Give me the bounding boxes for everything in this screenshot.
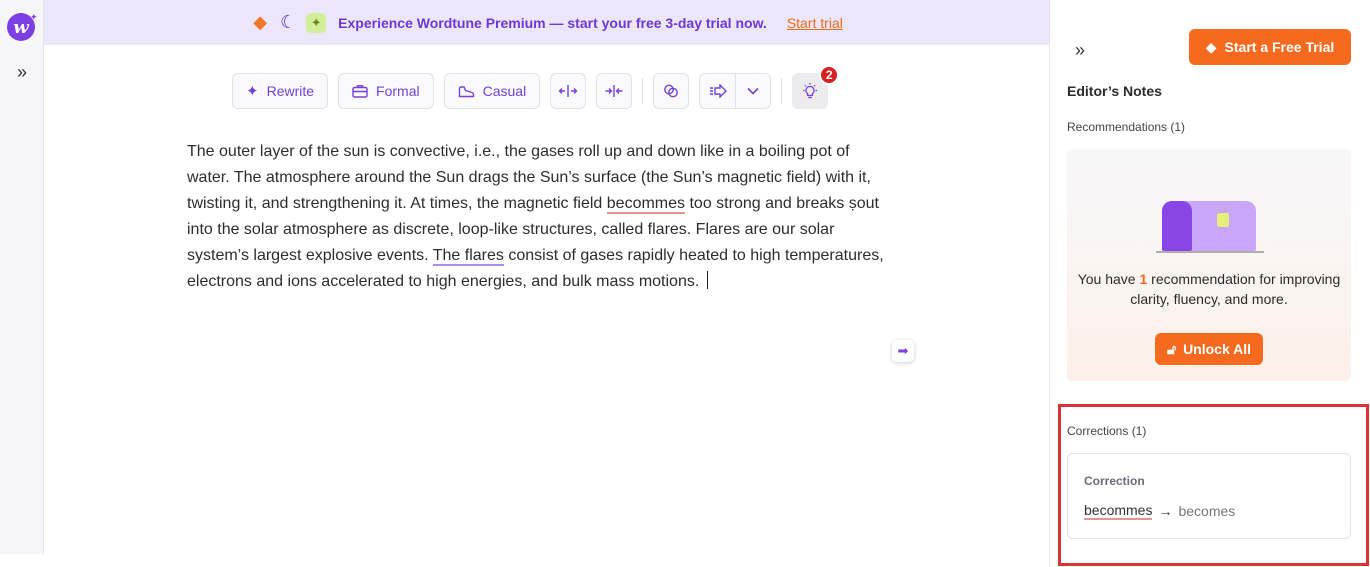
formal-label: Formal xyxy=(376,83,420,99)
chevron-down-icon xyxy=(747,87,759,95)
shorten-text-button[interactable] xyxy=(596,73,633,109)
spices-button[interactable] xyxy=(653,73,690,109)
unlock-all-button[interactable]: 🔓︎ Unlock All xyxy=(1155,333,1263,365)
arrow-right-icon: → xyxy=(1158,503,1173,519)
correction-original: becommes xyxy=(1084,502,1153,520)
recommendations-label: Recommendations (1) xyxy=(1067,120,1186,134)
moon-icon: ☾ xyxy=(280,12,297,32)
rewrite-label: Rewrite xyxy=(266,83,315,99)
sparkle-icon: ✦ xyxy=(30,12,38,22)
correction-card[interactable]: Correction becommes → becomes xyxy=(1067,453,1351,539)
spelling-error-word[interactable]: becommes xyxy=(606,195,686,214)
treasure-chest-icon xyxy=(1156,197,1264,253)
start-trial-link[interactable]: Start trial xyxy=(787,15,843,31)
arrow-right-icon xyxy=(709,84,727,98)
briefcase-icon xyxy=(352,85,368,98)
toolbar-divider xyxy=(781,78,783,104)
editor-notes-panel: » ◆ Start a Free Trial Editor’s Notes Re… xyxy=(1049,0,1370,567)
notification-badge: 2 xyxy=(819,65,840,85)
left-rail: w ✦ » xyxy=(0,0,44,554)
premium-banner: ◆ ☾ ✦ Experience Wordtune Premium — star… xyxy=(44,0,1049,45)
continue-split-button xyxy=(699,73,772,109)
shorten-icon xyxy=(605,85,623,97)
correction-line: becommes → becomes xyxy=(1084,502,1235,520)
recommendations-message: You have 1 recommendation for improving … xyxy=(1077,271,1341,307)
correction-type: Correction xyxy=(1084,474,1145,488)
suggestion-phrase[interactable]: The flares xyxy=(432,247,504,266)
text-caret xyxy=(706,271,708,289)
continue-options-dropdown[interactable] xyxy=(735,73,772,109)
banner-text: Experience Wordtune Premium — start your… xyxy=(338,14,767,31)
padlock-icon: 🔓︎ xyxy=(1166,340,1177,357)
correction-replacement: becomes xyxy=(1178,503,1236,519)
floating-continue-icon[interactable]: ➡ xyxy=(892,340,914,362)
lock-icon xyxy=(1217,213,1229,227)
formal-button[interactable]: Formal xyxy=(338,73,434,109)
start-free-trial-button[interactable]: ◆ Start a Free Trial xyxy=(1189,29,1351,65)
sneaker-icon xyxy=(458,85,474,97)
casual-button[interactable]: Casual xyxy=(443,73,541,109)
unlock-all-label: Unlock All xyxy=(1183,341,1251,357)
toolbar-divider xyxy=(642,78,644,104)
start-free-trial-label: Start a Free Trial xyxy=(1224,39,1335,55)
diamond-icon: ◆ xyxy=(1205,38,1217,55)
sparkle-icon: ✦ xyxy=(306,12,327,33)
suggestions-button[interactable]: 2 xyxy=(792,65,840,109)
casual-label: Casual xyxy=(482,83,527,99)
rings-icon xyxy=(664,84,679,98)
collapse-panel-icon[interactable]: » xyxy=(1075,40,1085,61)
editor-toolbar: ✦ Rewrite Formal Casual 2 xyxy=(232,65,840,109)
diamond-icon: ◆ xyxy=(253,12,268,32)
continue-writing-button[interactable] xyxy=(699,73,736,109)
document-editor[interactable]: The outer layer of the sun is convective… xyxy=(187,139,887,295)
corrections-label: Corrections (1) xyxy=(1067,424,1147,438)
recommendations-card: You have 1 recommendation for improving … xyxy=(1067,149,1351,381)
lightbulb-icon xyxy=(803,83,818,99)
expand-sidebar-icon[interactable]: » xyxy=(11,62,33,82)
rewrite-button[interactable]: ✦ Rewrite xyxy=(232,73,329,109)
sparkles-icon: ✦ xyxy=(246,83,259,100)
expand-text-button[interactable] xyxy=(550,73,587,109)
expand-icon xyxy=(558,85,578,97)
editor-notes-title: Editor’s Notes xyxy=(1067,83,1162,99)
